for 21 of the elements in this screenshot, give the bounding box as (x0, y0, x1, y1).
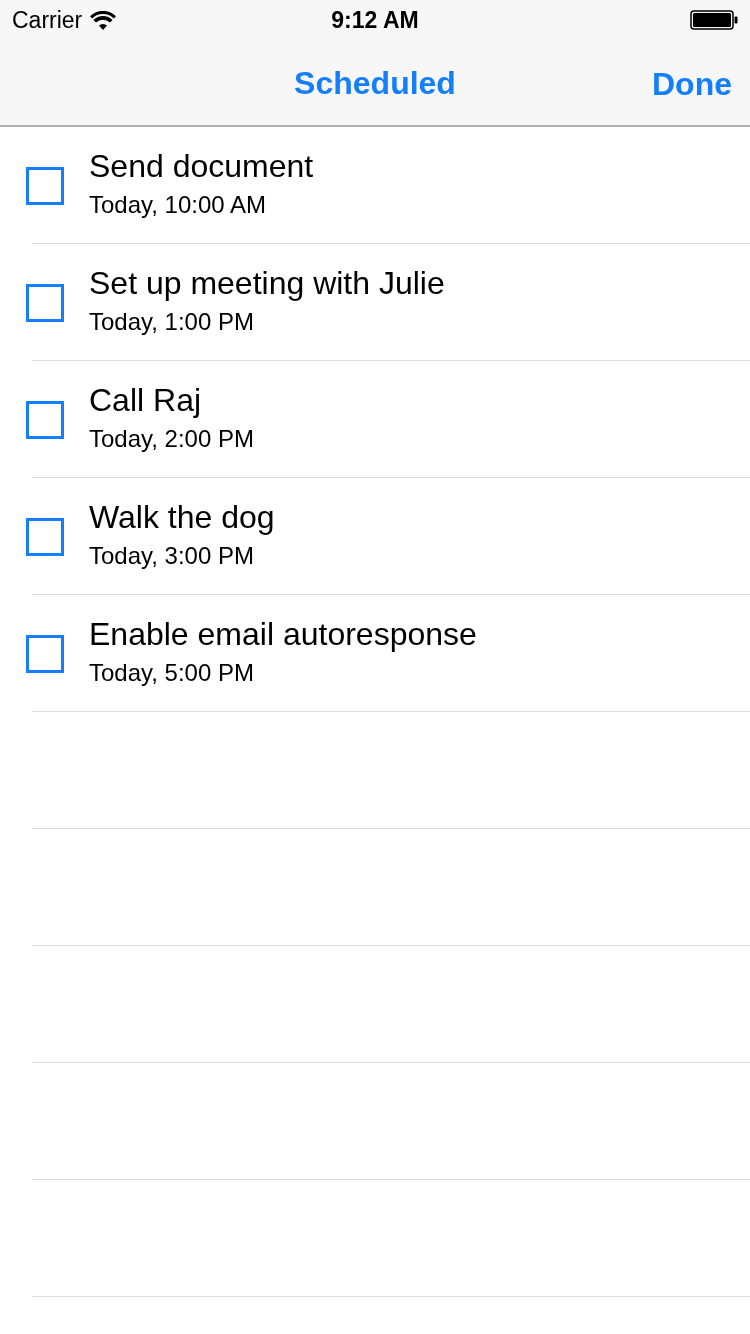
task-due-time: Today, 1:00 PM (89, 308, 255, 336)
wifi-icon (90, 10, 117, 30)
task-title: Enable email autoresponse (89, 616, 477, 653)
checkbox[interactable] (26, 634, 64, 673)
done-button[interactable]: Done (652, 65, 732, 102)
carrier-label: Carrier (12, 6, 83, 34)
task-title: Walk the dog (89, 499, 275, 536)
task-due-time: Today, 3:00 PM (89, 542, 255, 570)
checkbox[interactable] (26, 166, 64, 205)
battery-icon (690, 10, 738, 30)
checkbox[interactable] (26, 283, 64, 322)
checkbox[interactable] (26, 400, 64, 439)
task-title: Set up meeting with Julie (89, 265, 445, 302)
nav-title: Scheduled (294, 65, 456, 102)
task-due-time: Today, 2:00 PM (89, 425, 254, 453)
task-due-time: Today, 10:00 AM (89, 191, 267, 219)
task-due-time: Today, 5:00 PM (89, 659, 255, 687)
task-title: Call Raj (89, 382, 203, 419)
task-title: Send document (89, 148, 314, 185)
checkbox[interactable] (26, 517, 64, 556)
status-time: 9:12 AM (331, 6, 419, 34)
